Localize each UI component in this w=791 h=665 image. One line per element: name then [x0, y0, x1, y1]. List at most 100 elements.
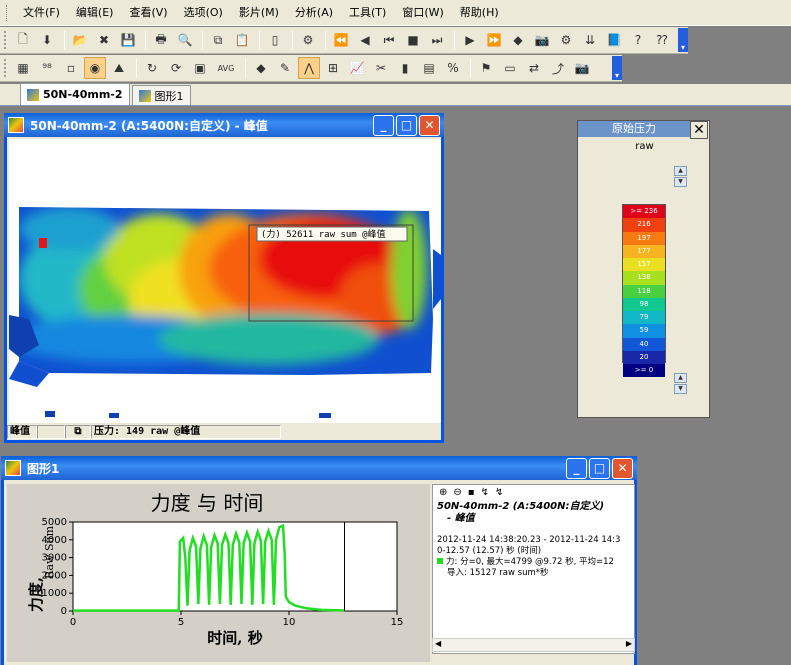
pressure-window-title: 50N-40mm-2 (A:5400N:自定义) - 峰值: [30, 118, 268, 133]
tab-graph[interactable]: 图形1: [131, 85, 191, 105]
max-down-icon[interactable]: ▼: [674, 177, 687, 187]
scroll-left-icon[interactable]: ◀: [435, 639, 441, 648]
help-icon[interactable]: ?: [627, 29, 649, 51]
palette-level-6: 118: [623, 284, 665, 298]
3d-view-icon[interactable]: ⛰: [108, 57, 130, 79]
new-file-icon[interactable]: 🗋: [12, 29, 34, 51]
minimize-icon[interactable]: _: [373, 114, 394, 136]
print-preview-icon[interactable]: 🔍: [174, 29, 196, 51]
legend-scrollbar[interactable]: ◀ ▶: [432, 638, 635, 652]
menu-options[interactable]: 选项(O): [178, 2, 233, 24]
palette-level-10: 40: [623, 337, 665, 351]
graph-minimize-icon[interactable]: _: [566, 457, 587, 479]
zoom-in-icon[interactable]: ⊕: [439, 487, 447, 499]
tool-b-icon[interactable]: ▭: [499, 57, 521, 79]
legend-save-icon[interactable]: ▪: [468, 487, 475, 499]
graph-window-titlebar[interactable]: 图形1 _ □ ✕: [1, 456, 637, 480]
graph-maximize-icon[interactable]: □: [589, 457, 610, 479]
pressure-window-titlebar[interactable]: 50N-40mm-2 (A:5400N:自定义) - 峰值 _ □ ✕: [4, 113, 444, 137]
close-icon[interactable]: ✕: [419, 114, 440, 136]
chart-panel[interactable]: 力度 与 时间 0 5 10 15 0 1000 2000 3000 4000 5000 时间, 秒力…: [7, 484, 430, 662]
min-up-icon[interactable]: ▲: [674, 373, 687, 383]
legend-impulse: 导入: 15127 raw sum*秒: [447, 568, 549, 578]
zoom-out-icon[interactable]: ⊖: [453, 487, 461, 499]
filter-icon[interactable]: ⇊: [579, 29, 601, 51]
menu-file[interactable]: 文件(F): [17, 2, 70, 24]
open-folder-icon[interactable]: 📂: [69, 29, 91, 51]
save-icon[interactable]: 💾: [117, 29, 139, 51]
rewind-icon[interactable]: ⏪: [330, 29, 352, 51]
pressure-map-canvas[interactable]: (力) 52611 raw sum @峰值: [9, 139, 441, 423]
menu-view[interactable]: 查看(V): [123, 2, 177, 24]
snapshot-icon[interactable]: 📷: [571, 57, 593, 79]
graph-tab-icon: [138, 89, 151, 102]
grid-icon[interactable]: ⊞: [322, 57, 344, 79]
toolbar2-overflow-icon[interactable]: ▾: [612, 56, 622, 80]
cut-icon[interactable]: ✂: [370, 57, 392, 79]
tool-c-icon[interactable]: ⇄: [523, 57, 545, 79]
menu-window[interactable]: 窗口(W): [396, 2, 453, 24]
table-icon[interactable]: ▤: [418, 57, 440, 79]
outline-view-icon[interactable]: ▫: [60, 57, 82, 79]
tool-a-icon[interactable]: ⚑: [475, 57, 497, 79]
marker-icon[interactable]: ◆: [507, 29, 529, 51]
menu-tools[interactable]: 工具(T): [343, 2, 396, 24]
legend-tool-b-icon[interactable]: ↯: [495, 487, 503, 499]
go-end-icon[interactable]: ⏭: [426, 29, 448, 51]
scroll-right-icon[interactable]: ▶: [626, 639, 632, 648]
legend-duration: 0-12.57 (12.57) 秒 (时间): [437, 546, 542, 556]
tab-pressure[interactable]: 50N-40mm-2: [20, 83, 130, 105]
x-axis-label: 时间, 秒: [207, 629, 262, 647]
chart-icon[interactable]: 📈: [346, 57, 368, 79]
toolbar-overflow-icon[interactable]: ▾: [678, 28, 688, 52]
step-back-icon[interactable]: ◀: [354, 29, 376, 51]
import-icon[interactable]: ⬇: [36, 29, 58, 51]
legend-subtitle: - 峰值: [447, 513, 475, 524]
menu-movie[interactable]: 影片(M): [233, 2, 289, 24]
copy-icon[interactable]: ⧉: [207, 29, 229, 51]
palette-close-icon[interactable]: ✕: [690, 121, 708, 139]
book-icon[interactable]: 📘: [603, 29, 625, 51]
contour-view-icon[interactable]: ◉: [84, 57, 106, 79]
max-up-icon[interactable]: ▲: [674, 166, 687, 176]
numeric-view-icon[interactable]: ⁹⁸: [36, 57, 58, 79]
display-icon[interactable]: ▣: [189, 57, 211, 79]
refresh-icon[interactable]: ↻: [141, 57, 163, 79]
palette-level-9: 59: [623, 324, 665, 338]
context-help-icon[interactable]: ⁇: [651, 29, 673, 51]
peak-icon[interactable]: ⋀: [298, 57, 320, 79]
diamond-icon[interactable]: ◆: [250, 57, 272, 79]
close-file-icon[interactable]: ✖: [93, 29, 115, 51]
min-down-icon[interactable]: ▼: [674, 384, 687, 394]
bar-icon[interactable]: ▮: [394, 57, 416, 79]
record-icon[interactable]: ⚙: [297, 29, 319, 51]
menu-edit[interactable]: 编辑(E): [70, 2, 124, 24]
go-start-icon[interactable]: ⏮: [378, 29, 400, 51]
status-window-icon[interactable]: ⧉: [65, 425, 91, 439]
y-axis-unit: Raw Sum: [43, 525, 56, 579]
color-grid-icon[interactable]: ▦: [12, 57, 34, 79]
camera-icon[interactable]: 📷: [531, 29, 553, 51]
x-tick-label-3: 15: [391, 617, 404, 628]
average-button[interactable]: AVG: [213, 57, 239, 79]
stop-icon[interactable]: ■: [402, 29, 424, 51]
settings-icon[interactable]: ⚙: [555, 29, 577, 51]
paint-icon[interactable]: ✎: [274, 57, 296, 79]
menu-analysis[interactable]: 分析(A): [289, 2, 343, 24]
tool-d-icon[interactable]: ⤴: [547, 57, 569, 79]
print-icon[interactable]: 🖶: [150, 29, 172, 51]
panel-icon[interactable]: ▯: [264, 29, 286, 51]
fast-forward-icon[interactable]: ⏩: [483, 29, 505, 51]
maximize-icon[interactable]: □: [396, 114, 417, 136]
menu-help[interactable]: 帮助(H): [454, 2, 509, 24]
ratio-icon[interactable]: %: [442, 57, 464, 79]
graph-close-icon[interactable]: ✕: [612, 457, 633, 479]
play-icon[interactable]: ▶: [459, 29, 481, 51]
menu-grip: [6, 4, 9, 21]
legend-tool-a-icon[interactable]: ↯: [481, 487, 489, 499]
document-tabs: 50N-40mm-2 图形1: [0, 83, 791, 106]
palette-scale: >= 236 216 197 177 157 138 118 98 79 59 40 20 >= 0: [622, 204, 666, 378]
paste-icon[interactable]: 📋: [231, 29, 253, 51]
rotate-icon[interactable]: ⟳: [165, 57, 187, 79]
menu-bar: 文件(F) 编辑(E) 查看(V) 选项(O) 影片(M) 分析(A) 工具(T…: [0, 0, 791, 26]
